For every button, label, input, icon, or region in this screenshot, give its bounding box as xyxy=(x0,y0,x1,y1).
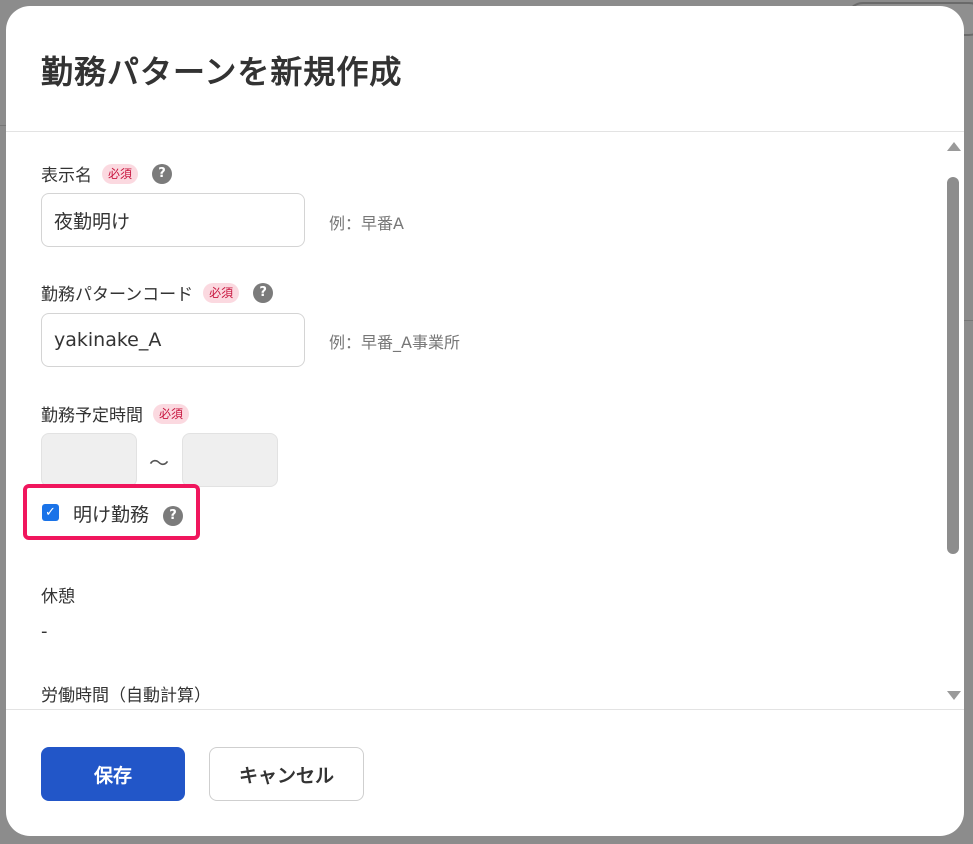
pattern-code-label: 勤務パターンコード 必須 ? xyxy=(41,280,274,305)
cancel-button[interactable]: キャンセル xyxy=(209,747,364,801)
display-name-label: 表示名 必須 ? xyxy=(41,161,173,186)
scroll-down-arrow-icon[interactable] xyxy=(947,691,961,700)
ake-kinmu-label: 明け勤務 ? xyxy=(73,500,184,527)
help-icon[interactable]: ? xyxy=(163,505,184,526)
scheduled-time-label: 勤務予定時間 必須 xyxy=(41,401,190,426)
break-value: - xyxy=(41,621,48,642)
scheduled-time-label-text: 勤務予定時間 xyxy=(41,406,143,426)
create-work-pattern-dialog: 勤務パターンを新規作成 表示名 必須 ? 夜勤明け 例：早番A 勤務パターンコー… xyxy=(6,6,964,836)
start-time-input[interactable] xyxy=(41,433,137,487)
dialog-footer: 保存 キャンセル xyxy=(6,709,964,836)
save-button[interactable]: 保存 xyxy=(41,747,185,801)
display-name-label-text: 表示名 xyxy=(41,166,92,186)
dialog-title: 勤務パターンを新規作成 xyxy=(41,53,403,91)
scroll-thumb[interactable] xyxy=(947,177,959,554)
required-badge: 必須 xyxy=(102,163,139,184)
ake-kinmu-checkbox[interactable]: ✓ xyxy=(42,504,59,521)
help-icon[interactable]: ? xyxy=(152,163,173,184)
time-range-separator: 〜 xyxy=(149,451,169,475)
break-label: 休憩 xyxy=(41,587,75,607)
scroll-up-arrow-icon[interactable] xyxy=(947,142,961,151)
dialog-scrollbar[interactable] xyxy=(943,133,964,709)
pattern-code-hint: 例：早番_A事業所 xyxy=(329,333,460,352)
help-icon[interactable]: ? xyxy=(253,282,274,303)
required-badge: 必須 xyxy=(203,282,240,303)
display-name-hint: 例：早番A xyxy=(329,214,404,233)
dialog-header: 勤務パターンを新規作成 xyxy=(6,6,964,132)
work-hours-label: 労働時間（自動計算） xyxy=(41,686,211,706)
required-badge: 必須 xyxy=(153,403,190,424)
pattern-code-input[interactable]: yakinake_A xyxy=(41,313,305,367)
ake-kinmu-label-text: 明け勤務 xyxy=(73,504,150,526)
display-name-input[interactable]: 夜勤明け xyxy=(41,193,305,247)
background-divider xyxy=(964,320,973,321)
end-time-input[interactable] xyxy=(182,433,278,487)
dialog-body: 表示名 必須 ? 夜勤明け 例：早番A 勤務パターンコード 必須 ? yakin… xyxy=(6,133,964,709)
pattern-code-label-text: 勤務パターンコード xyxy=(41,285,194,305)
